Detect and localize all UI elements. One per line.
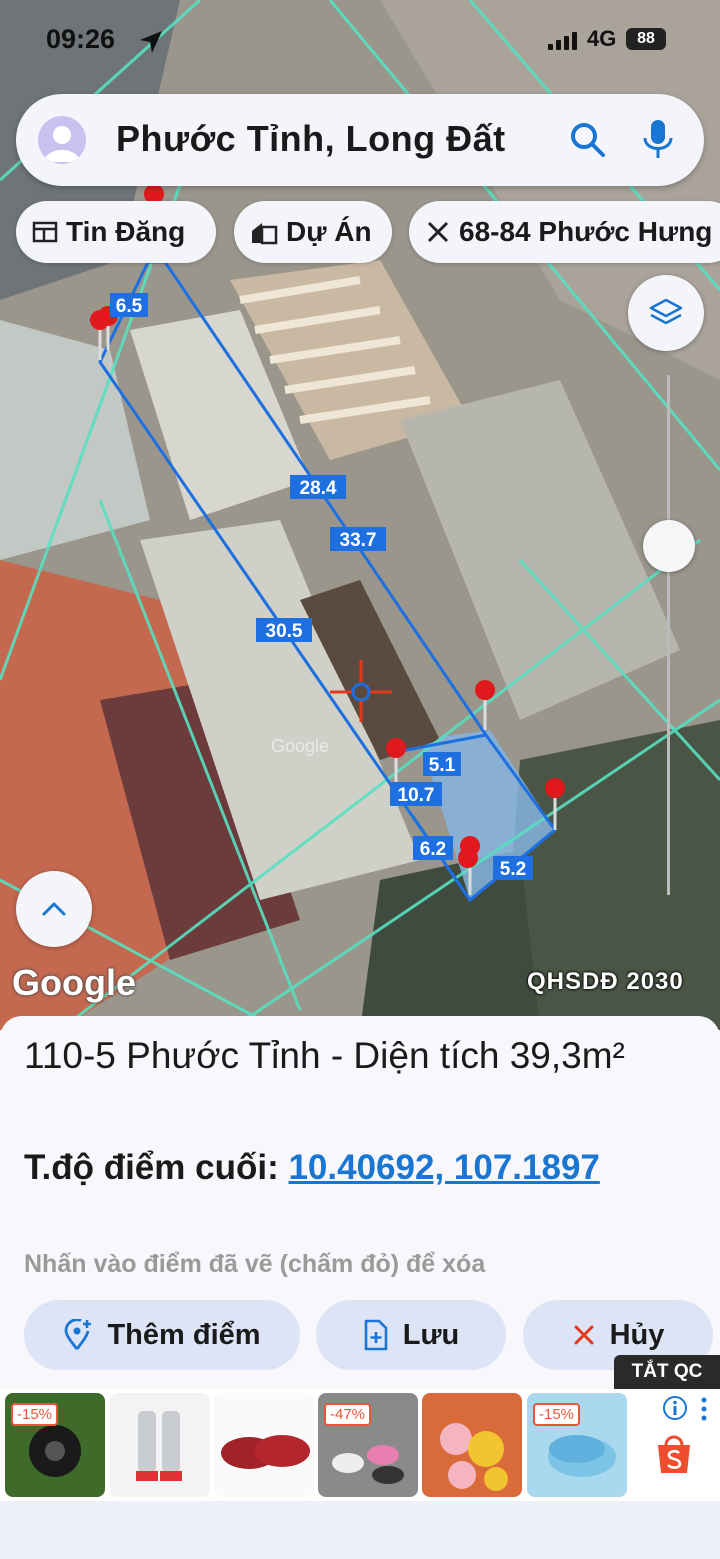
- layers-icon: [649, 298, 683, 325]
- search-input[interactable]: Phước Tỉnh, Long Đất: [116, 118, 566, 160]
- save-button[interactable]: Lưu: [316, 1300, 506, 1370]
- expand-panel-button[interactable]: [16, 871, 92, 947]
- chevron-up-icon: [42, 902, 66, 916]
- product-image: [221, 1435, 310, 1469]
- ad-item-3[interactable]: [214, 1393, 314, 1497]
- zoom-slider-handle[interactable]: [643, 520, 695, 572]
- chip-label: 68-84 Phước Hưng: [459, 216, 713, 247]
- info-icon[interactable]: [662, 1395, 688, 1421]
- chip-label: Dự Án: [286, 216, 372, 247]
- plot-title: 110-5 Phước Tỉnh - Diện tích 39,3m²: [24, 1035, 625, 1076]
- chip-projects[interactable]: Dự Án: [234, 201, 392, 263]
- avatar[interactable]: [38, 116, 86, 164]
- building-icon: [252, 223, 278, 245]
- add-location-icon: [65, 1319, 92, 1350]
- discount-badge: -15%: [533, 1403, 581, 1426]
- ad-item-4[interactable]: -47%: [318, 1393, 418, 1497]
- add-point-button[interactable]: Thêm điểm: [24, 1300, 300, 1370]
- save-label: Lưu: [402, 1318, 460, 1351]
- measure-label: 33.7: [340, 530, 377, 551]
- discount-badge: -15%: [11, 1403, 59, 1426]
- shopee-logo-icon: [658, 1435, 690, 1473]
- ad-item-2[interactable]: [110, 1393, 210, 1497]
- search-bar[interactable]: Phước Tỉnh, Long Đất: [16, 94, 704, 186]
- measure-label: 10.7: [398, 785, 435, 806]
- bottom-safe-area: [0, 1501, 720, 1559]
- measure-label: 5.1: [429, 755, 456, 776]
- chip-listings[interactable]: Tin Đăng: [16, 201, 216, 263]
- close-ad-button[interactable]: TẮT QC: [614, 1355, 720, 1389]
- measure-label: 5.2: [500, 859, 526, 880]
- product-image: [136, 1411, 182, 1481]
- ruler-icon: [427, 221, 449, 243]
- layers-button[interactable]: [628, 275, 704, 351]
- hint-text: Nhấn vào điểm đã vẽ (chấm đỏ) để xóa: [24, 1250, 486, 1278]
- search-icon[interactable]: [568, 120, 608, 160]
- coordinate-link[interactable]: 10.40692, 107.1897: [288, 1148, 599, 1187]
- user-icon: [44, 126, 80, 162]
- status-time: 09:26: [46, 24, 116, 54]
- battery-indicator: 88: [626, 28, 666, 50]
- cancel-label: Hủy: [609, 1318, 665, 1351]
- chip-measure[interactable]: 68-84 Phước Hưng: [409, 201, 720, 263]
- location-arrow-icon: [140, 31, 162, 53]
- add-point-label: Thêm điểm: [107, 1318, 261, 1351]
- measure-label: 30.5: [266, 621, 303, 642]
- ad-item-1[interactable]: -15%: [5, 1393, 105, 1497]
- signal-icon: [548, 32, 577, 50]
- add-file-icon: [364, 1319, 388, 1351]
- discount-badge: -47%: [324, 1403, 372, 1426]
- listing-icon: [32, 221, 58, 243]
- pin-icon: [458, 848, 478, 868]
- measure-label: 6.5: [116, 296, 143, 317]
- google-logo: Google: [12, 962, 136, 1003]
- coordinate-label: T.độ điểm cuối:: [24, 1148, 279, 1187]
- measure-label: 6.2: [420, 839, 446, 860]
- chip-label: Tin Đăng: [66, 216, 186, 247]
- product-image: [440, 1423, 508, 1491]
- map-watermark: Google: [271, 736, 329, 756]
- close-icon: [574, 1325, 594, 1345]
- network-type: 4G: [587, 26, 617, 51]
- ad-item-6[interactable]: -15%: [527, 1393, 627, 1497]
- status-bar: 09:26 4G 88: [0, 24, 720, 60]
- ad-item-5[interactable]: [422, 1393, 522, 1497]
- measure-label: 28.4: [300, 478, 337, 499]
- zoom-slider-track[interactable]: [667, 375, 670, 895]
- map-layer-label: QHSDĐ 2030: [527, 968, 684, 995]
- ad-banner[interactable]: -15% -47% -15%: [0, 1389, 720, 1501]
- more-options-icon[interactable]: [698, 1395, 710, 1423]
- coordinates-line: T.độ điểm cuối: 10.40692, 107.1897: [24, 1142, 684, 1194]
- microphone-icon[interactable]: [640, 118, 676, 162]
